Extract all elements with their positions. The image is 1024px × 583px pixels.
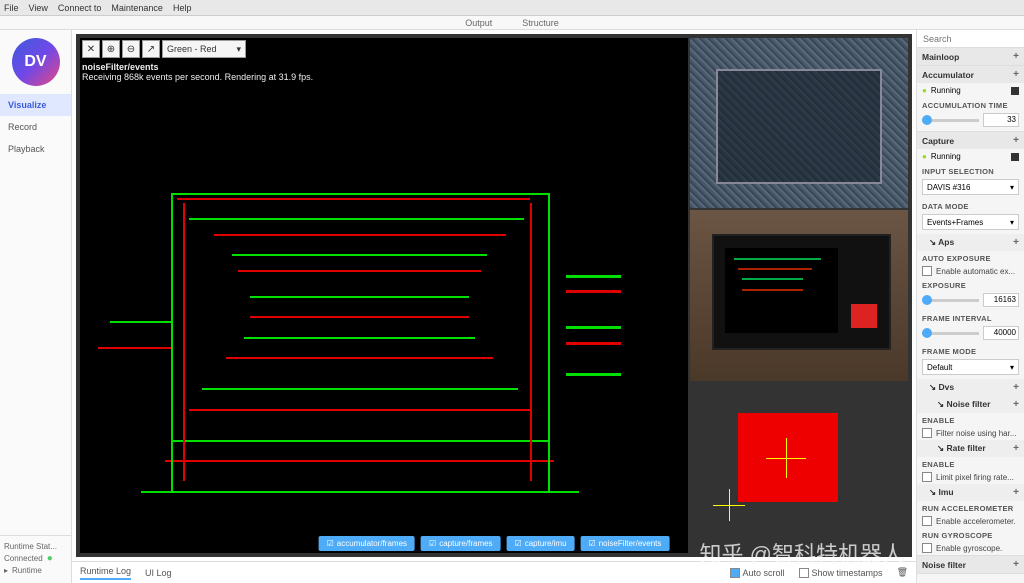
tab-output[interactable]: Output	[465, 18, 492, 28]
runtime-status-label: Runtime Stat...	[4, 542, 57, 551]
runtime-caret-icon[interactable]: ▸	[4, 566, 8, 575]
data-mode-select[interactable]: Events+Frames▾	[922, 214, 1019, 230]
accum-time-slider[interactable]	[922, 119, 979, 122]
menu-view[interactable]: View	[29, 3, 48, 13]
stream-tabs: ☑accumulator/frames ☑capture/frames ☑cap…	[319, 536, 670, 551]
accum-time-value[interactable]: 33	[983, 113, 1019, 127]
menu-help[interactable]: Help	[173, 3, 192, 13]
timestamps-checkbox[interactable]: Show timestamps	[799, 568, 883, 578]
chevron-down-icon: ▾	[237, 44, 242, 55]
auto-exposure-checkbox[interactable]	[922, 266, 932, 276]
subsection-dvs[interactable]: ↘ Dvs+	[917, 379, 1024, 396]
stream-tab-capture-imu[interactable]: ☑capture/imu	[507, 536, 575, 551]
section-mainloop[interactable]: Mainloop+	[917, 48, 1024, 65]
color-scheme-select[interactable]: Green - Red ▾	[162, 40, 246, 58]
subsection-noise-filter[interactable]: ↘ Noise filter+	[917, 396, 1024, 413]
autoscroll-checkbox[interactable]: Auto scroll	[730, 568, 785, 578]
menu-file[interactable]: File	[4, 3, 19, 13]
viewer-info: noiseFilter/events Receiving 868k events…	[82, 62, 313, 82]
viewer-path: noiseFilter/events	[82, 62, 313, 72]
app-logo: DV	[12, 38, 60, 86]
viewer-toolbar: ✕ ⊕ ⊖ ↗ Green - Red ▾	[82, 40, 246, 58]
trash-icon[interactable]: 🗑	[897, 567, 908, 578]
tab-ui-log[interactable]: UI Log	[145, 568, 172, 578]
chevron-down-icon: ▾	[1010, 218, 1014, 227]
frame-interval-slider[interactable]	[922, 332, 979, 335]
exposure-value[interactable]: 16163	[983, 293, 1019, 307]
runtime-status-value: Connected	[4, 554, 43, 563]
stream-tab-accumulator[interactable]: ☑accumulator/frames	[319, 536, 415, 551]
log-bar: Runtime Log UI Log Auto scroll Show time…	[72, 561, 916, 583]
connected-icon: ●	[47, 553, 53, 564]
chevron-down-icon: ▾	[1010, 183, 1014, 192]
move-button[interactable]: ↗	[142, 40, 160, 58]
plus-icon: +	[1013, 69, 1019, 80]
subsection-rate-filter[interactable]: ↘ Rate filter+	[917, 440, 1024, 457]
section-noise-filter[interactable]: Noise filter+	[917, 556, 1024, 573]
enable-label-2: ENABLE	[917, 457, 1024, 470]
running-dot-icon: ●	[922, 86, 927, 95]
accum-time-label: ACCUMULATION TIME	[917, 98, 1024, 111]
sidebar-item-record[interactable]: Record	[0, 116, 71, 138]
section-capture[interactable]: Capture+	[917, 132, 1024, 149]
main-event-view[interactable]	[80, 38, 688, 553]
sidebar-item-visualize[interactable]: Visualize	[0, 94, 71, 116]
plus-icon: +	[1013, 559, 1019, 570]
viewer: ✕ ⊕ ⊖ ↗ Green - Red ▾ noiseFilter/events…	[76, 34, 912, 557]
menu-maintenance[interactable]: Maintenance	[111, 3, 163, 13]
section-accumulator[interactable]: Accumulator+	[917, 66, 1024, 83]
data-mode-label: DATA MODE	[917, 199, 1024, 212]
imu-view[interactable]	[690, 383, 908, 553]
input-selection-label: INPUT SELECTION	[917, 164, 1024, 177]
plus-icon: +	[1013, 51, 1019, 62]
input-selection-select[interactable]: DAVIS #316▾	[922, 179, 1019, 195]
chevron-down-icon: ▾	[1010, 363, 1014, 372]
top-tabs: Output Structure	[0, 16, 1024, 30]
filter-noise-checkbox[interactable]	[922, 428, 932, 438]
auto-exposure-label: AUTO EXPOSURE	[917, 251, 1024, 264]
enable-gyro-checkbox[interactable]	[922, 543, 932, 553]
subsection-imu[interactable]: ↘ Imu+	[917, 484, 1024, 501]
viewer-status: Receiving 868k events per second. Render…	[82, 72, 313, 82]
zoom-in-button[interactable]: ⊕	[102, 40, 120, 58]
menu-connect[interactable]: Connect to	[58, 3, 102, 13]
right-properties-panel: Mainloop+ Accumulator+ ●Running ACCUMULA…	[916, 30, 1024, 583]
stop-button[interactable]	[1011, 87, 1019, 95]
frame-mode-label: FRAME MODE	[917, 344, 1024, 357]
run-gyro-label: RUN GYROSCOPE	[917, 528, 1024, 541]
frame-interval-value[interactable]: 40000	[983, 326, 1019, 340]
search-input[interactable]	[917, 30, 1024, 48]
tab-structure[interactable]: Structure	[522, 18, 559, 28]
runtime-label[interactable]: Runtime	[12, 566, 42, 575]
stop-button[interactable]	[1011, 153, 1019, 161]
tab-runtime-log[interactable]: Runtime Log	[80, 566, 131, 580]
subsection-aps[interactable]: ↘ Aps+	[917, 234, 1024, 251]
enable-accel-checkbox[interactable]	[922, 516, 932, 526]
sidebar-item-playback[interactable]: Playback	[0, 138, 71, 160]
close-button[interactable]: ✕	[82, 40, 100, 58]
exposure-label: EXPOSURE	[917, 278, 1024, 291]
menubar: File View Connect to Maintenance Help	[0, 0, 1024, 16]
limit-pixel-checkbox[interactable]	[922, 472, 932, 482]
center-panel: ✕ ⊕ ⊖ ↗ Green - Red ▾ noiseFilter/events…	[72, 30, 916, 583]
plus-icon: +	[1013, 135, 1019, 146]
left-sidebar: DV Visualize Record Playback Runtime Sta…	[0, 30, 72, 583]
exposure-slider[interactable]	[922, 299, 979, 302]
enable-label: ENABLE	[917, 413, 1024, 426]
frame-interval-label: FRAME INTERVAL	[917, 311, 1024, 324]
runtime-status-panel: Runtime Stat... Connected ● ▸ Runtime	[0, 535, 71, 583]
color-scheme-value: Green - Red	[167, 44, 217, 54]
frame-mode-select[interactable]: Default▾	[922, 359, 1019, 375]
running-dot-icon: ●	[922, 152, 927, 161]
stream-tab-noisefilter[interactable]: ☑noiseFilter/events	[581, 536, 670, 551]
run-accel-label: RUN ACCELEROMETER	[917, 501, 1024, 514]
zoom-out-button[interactable]: ⊖	[122, 40, 140, 58]
frame-view-top[interactable]	[690, 38, 908, 208]
frame-view-middle[interactable]	[690, 210, 908, 380]
stream-tab-capture-frames[interactable]: ☑capture/frames	[421, 536, 501, 551]
